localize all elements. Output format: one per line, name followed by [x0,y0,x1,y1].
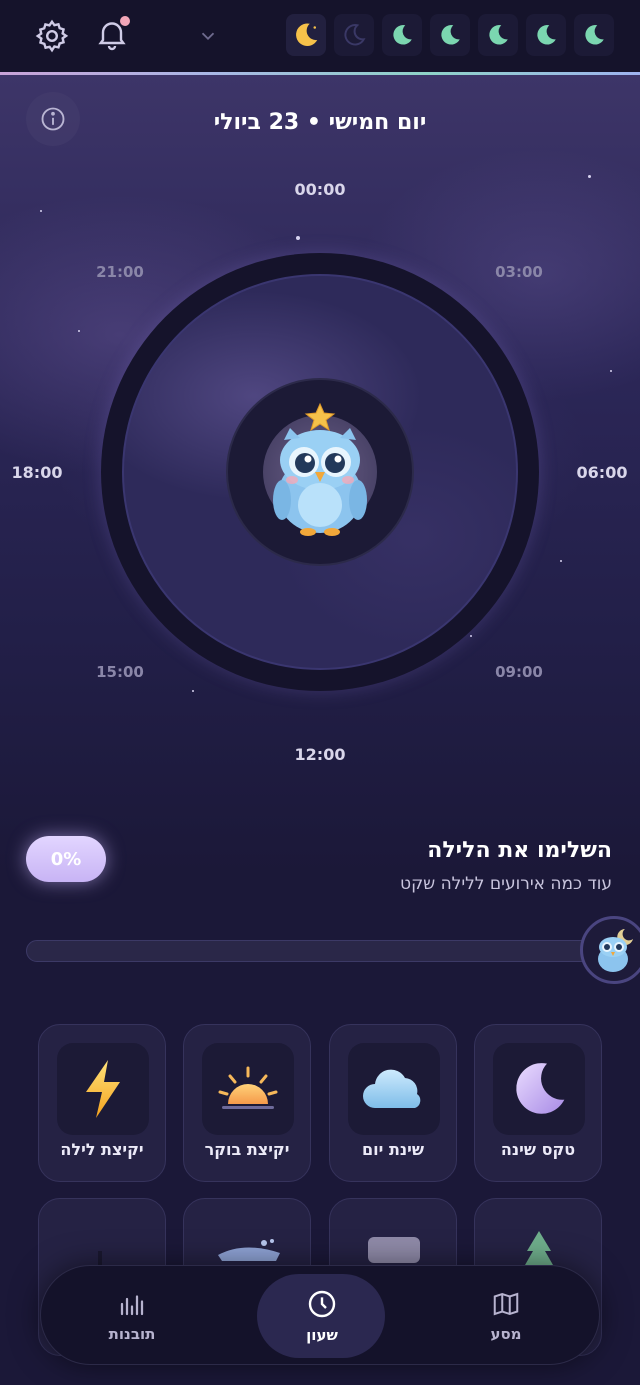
star [588,175,591,178]
moon-icon [296,23,318,46]
card-icon-box [202,1043,294,1135]
moon-icon [441,25,460,45]
bottom-navigation: מסע שעון תובנות [40,1265,600,1365]
hour-label-00: 00:00 [294,180,346,199]
nav-label: תובנות [108,1325,156,1343]
nav-insights[interactable]: תובנות [67,1266,197,1366]
moon-streak-day[interactable] [526,14,566,56]
nav-journey[interactable]: מסע [441,1266,571,1366]
section-subtitle: עוד כמה אירועים ללילה שקט [400,874,612,894]
moon-streak-day[interactable] [382,14,422,56]
star [78,330,80,332]
moon-icon [516,1063,565,1114]
moon-icon [537,25,556,45]
event-card-morning-wake[interactable]: יקיצת בוקר [183,1024,311,1182]
star-icon [304,402,336,432]
hour-label-09: 09:00 [495,663,543,681]
star [470,635,472,637]
moon-streak-day[interactable] [286,14,326,56]
lightning-icon [86,1060,120,1118]
dropdown-toggle[interactable] [188,16,228,56]
card-label: יקיצת בוקר [204,1140,290,1159]
card-label: שינת יום [362,1140,424,1159]
clock-icon [308,1290,336,1318]
nav-label: שעון [306,1326,338,1344]
moon-streak-day[interactable] [430,14,470,56]
section-title: השלימו את הלילה [427,838,612,863]
moon-icon [344,24,366,46]
hour-label-21: 21:00 [96,263,144,281]
progress-track [26,940,596,962]
nav-label: מסע [490,1325,522,1343]
pillow-icon [368,1237,420,1263]
card-label: טקס שינה [500,1140,576,1159]
tree-icon [525,1231,553,1265]
map-icon [493,1292,519,1316]
moon-icon [585,25,604,45]
moon-icon [489,25,508,45]
moon-icon [393,25,412,45]
moon-streak-day[interactable] [478,14,518,56]
star [192,690,194,692]
bar-chart-icon [120,1295,144,1316]
progress-owl-avatar[interactable] [580,916,640,984]
bath-icon [218,1239,280,1261]
star [610,370,612,372]
event-card-day-nap[interactable]: שינת יום [329,1024,457,1182]
hour-label-06: 06:00 [576,463,628,482]
nav-clock[interactable]: שעון [257,1266,387,1366]
card-icon-box [348,1043,440,1135]
notifications-button[interactable] [92,14,132,54]
star [40,210,42,212]
progress-percent-badge: 0% [26,836,106,882]
sunrise-icon [218,1066,278,1109]
card-icon-box [493,1043,585,1135]
star [560,560,562,562]
settings-button[interactable] [32,16,72,56]
event-card-sleep-ritual[interactable]: טקס שינה [474,1024,602,1182]
card-icon-box [57,1043,149,1135]
owl-avatar-icon [598,929,633,972]
hour-label-15: 15:00 [96,663,144,681]
hour-label-03: 03:00 [495,263,543,281]
hour-label-12: 12:00 [294,745,346,764]
gear-icon [35,19,69,53]
star [296,236,300,240]
chevron-down-icon [201,32,215,41]
owl-mascot-icon[interactable] [260,400,380,540]
moon-streak-day[interactable] [574,14,614,56]
hour-label-18: 18:00 [11,463,63,482]
moon-streak-day[interactable] [334,14,374,56]
date-title: יום חמישי • 23 ביולי [213,110,427,135]
info-button[interactable] [26,92,80,146]
notification-dot [120,16,130,26]
info-icon [41,107,65,131]
event-card-night-wake[interactable]: יקיצת לילה [38,1024,166,1182]
cloud-icon [363,1069,421,1108]
top-bar [0,0,640,72]
card-label: יקיצת לילה [60,1140,144,1159]
